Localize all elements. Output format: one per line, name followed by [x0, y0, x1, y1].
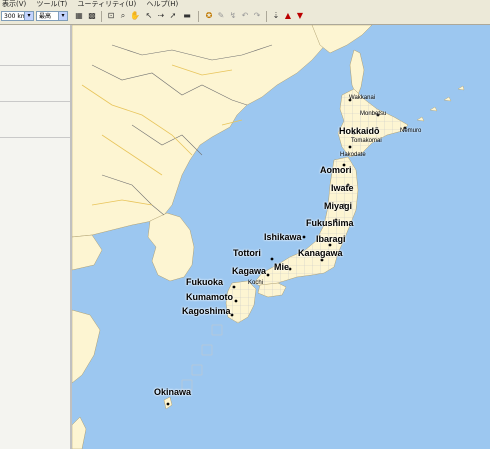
panel-row-divider: [0, 101, 70, 102]
map-label-tomakomai: Tomakomai: [351, 138, 382, 144]
pointer-icon[interactable]: ↖: [144, 11, 154, 21]
select-arrow-icon[interactable]: ➚: [168, 11, 178, 21]
map-label-ibaragi: Ibaragi: [316, 234, 346, 244]
device-receive-icon[interactable]: ▼: [295, 11, 305, 21]
toolbar-separator: [101, 11, 102, 22]
map-label-aomori: Aomori: [320, 165, 352, 175]
device-send-icon[interactable]: ▲: [283, 11, 293, 21]
waypoint-icon[interactable]: ✪: [204, 11, 214, 21]
menu-tools[interactable]: ツール(T): [37, 0, 68, 9]
layers-alt-icon[interactable]: ▩: [87, 11, 97, 21]
map-label-fukushima: Fukushima: [306, 218, 354, 228]
map-label-mie: Mie: [274, 262, 290, 272]
map-label-wakkanai: Wakkanai: [349, 95, 376, 101]
measure-icon[interactable]: ▬: [182, 11, 192, 21]
route-icon[interactable]: ⇢: [156, 11, 166, 21]
panel-row-divider: [0, 65, 70, 66]
toolbar-separator: [198, 11, 199, 22]
style-select[interactable]: 最高 ▾: [36, 11, 68, 21]
gps-receive-icon[interactable]: ⇣: [271, 11, 281, 21]
map-label-miyagi: Miyagi: [324, 201, 353, 211]
map-label-iwate: Iwate: [331, 183, 354, 193]
pencil-icon[interactable]: ✎: [216, 11, 226, 21]
map-label-okinawa: Okinawa: [154, 387, 192, 397]
zoom-icon[interactable]: ⌕: [118, 11, 128, 21]
chevron-down-icon: ▾: [58, 12, 67, 20]
track-icon[interactable]: ↯: [228, 11, 238, 21]
map-label-kumamoto: Kumamoto: [186, 292, 233, 302]
pan-hand-icon[interactable]: ✋: [130, 11, 140, 21]
toolbar-separator: [266, 11, 267, 22]
map-label-monbetsu: Monbetsu: [360, 111, 387, 117]
side-panel: [0, 25, 72, 449]
panel-row-divider: [0, 137, 70, 138]
scale-select[interactable]: 300 km ▾: [1, 11, 34, 21]
menu-utility[interactable]: ユーティリティ(U): [77, 0, 136, 9]
map-label-ishikawa: Ishikawa: [264, 232, 302, 242]
toolbar: 300 km ▾ 最高 ▾ ▦ ▩ ⊡ ⌕ ✋ ↖ ⇢ ➚ ▬ ✪ ✎ ↯ ↶ …: [0, 9, 490, 25]
menu-bar: 表示(V) ツール(T) ユーティリティ(U) ヘルプ(H): [0, 0, 490, 9]
layers-icon[interactable]: ▦: [74, 11, 84, 21]
map-label-tottori: Tottori: [233, 248, 261, 258]
menu-help[interactable]: ヘルプ(H): [146, 0, 178, 9]
map-label-hokkaido: Hokkaidō: [339, 126, 380, 136]
map-label-fukuoka: Fukuoka: [186, 277, 224, 287]
map-canvas[interactable]: Wakkanai Monbetsu Nemuro Hokkaidō Tomako…: [72, 25, 490, 449]
undo-icon[interactable]: ↶: [240, 11, 250, 21]
map-label-kagawa: Kagawa: [232, 266, 267, 276]
map-label-kanagawa: Kanagawa: [298, 248, 343, 258]
map-label-nemuro: Nemuro: [400, 128, 422, 134]
map-label-hakodate: Hakodate: [340, 152, 366, 158]
menu-view[interactable]: 表示(V): [2, 0, 26, 9]
zoom-box-icon[interactable]: ⊡: [106, 11, 116, 21]
map-label-kochi: Kochi: [248, 280, 264, 286]
style-select-value: 最高: [39, 13, 52, 20]
chevron-down-icon: ▾: [24, 12, 33, 20]
redo-icon[interactable]: ↷: [252, 11, 262, 21]
map-label-kagoshima: Kagoshima: [182, 306, 231, 316]
